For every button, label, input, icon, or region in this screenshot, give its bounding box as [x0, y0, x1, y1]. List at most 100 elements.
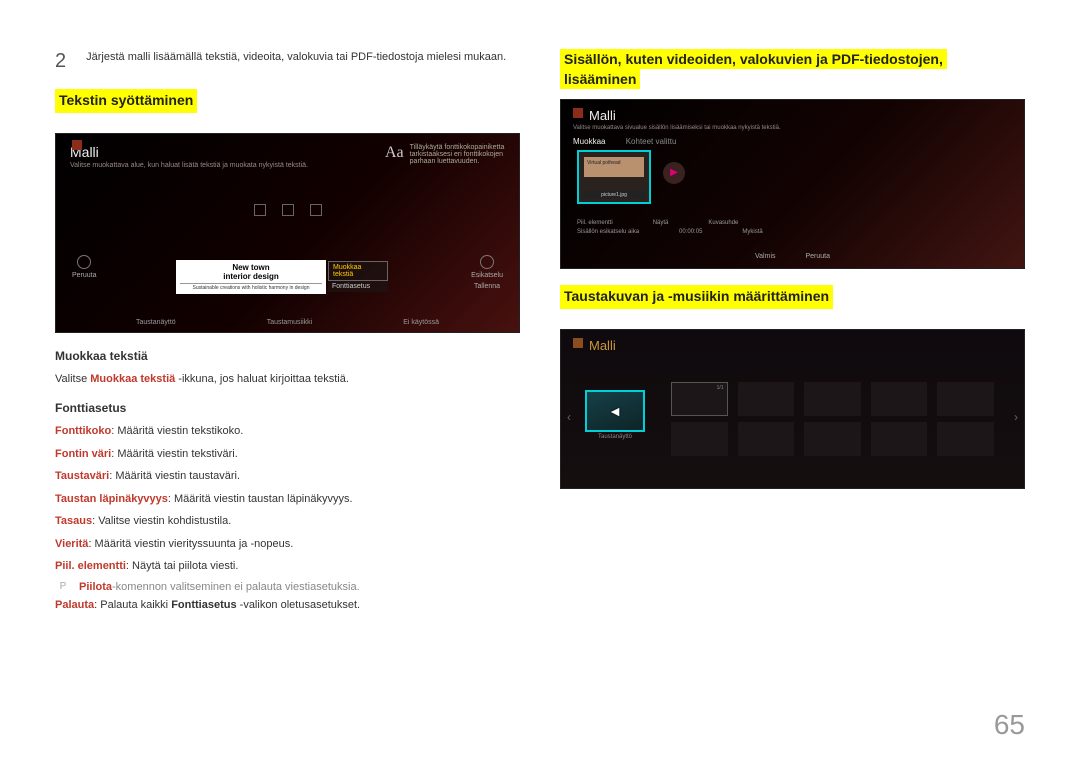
screenshot-background-picker: Malli ‹ › Taustanäyttö 1/1 — [560, 329, 1025, 489]
def-val: : Valitse viestin kohdistustila. — [92, 515, 231, 527]
def-val: : Määritä viestin taustaväri. — [109, 470, 240, 482]
def-val: : Määritä viestin taustan läpinäkyvyys. — [168, 493, 353, 505]
left-column: 2 Järjestä malli lisäämällä tekstiä, vid… — [55, 50, 520, 619]
thumb-content: Virtual pothead — [584, 157, 644, 177]
element-icon[interactable] — [282, 204, 294, 216]
done-button[interactable]: Valmis — [755, 253, 775, 260]
meta-label: Näytä — [653, 220, 669, 226]
metadata-rows: Piil. elementti Näytä Kuvasuhde Sisällön… — [577, 220, 1008, 238]
def-key: Fonttikoko — [55, 425, 111, 437]
def-val: : Määritä viestin tekstikoko. — [111, 425, 243, 437]
aa-icon: Aa — [385, 144, 404, 162]
app-icon — [573, 338, 583, 348]
heading-add-content-l1: Sisällön, kuten videoiden, valokuvien ja… — [560, 49, 947, 69]
bg-option[interactable]: 1/1 — [671, 382, 728, 416]
bottom-tabs: Taustanäyttö Taustamusiikki Ei käytössä — [136, 319, 439, 326]
thumb-filename: picture1.jpg — [583, 191, 645, 199]
step-row: 2 Järjestä malli lisäämällä tekstiä, vid… — [55, 50, 520, 73]
def-key: Taustan läpinäkyvyys — [55, 493, 168, 505]
def-key: Tasaus — [55, 515, 92, 527]
note-row: P Piilota-komennon valitseminen ei palau… — [55, 581, 520, 593]
arrow-right-icon[interactable]: › — [1014, 410, 1018, 424]
tab-bgmusic[interactable]: Taustamusiikki — [267, 319, 313, 326]
meta-label: Piil. elementti — [577, 220, 613, 226]
def-item: Tasaus: Valitse viestin kohdistustila. — [55, 513, 520, 530]
center-icons — [254, 204, 322, 216]
bg-option[interactable] — [937, 422, 994, 456]
bg-option[interactable] — [871, 382, 928, 416]
preview-label: Esikatselu — [471, 272, 503, 279]
app-icon — [573, 108, 583, 118]
textbox-line1: New town — [180, 263, 322, 272]
step-number: 2 — [55, 50, 66, 73]
bg-option[interactable] — [871, 422, 928, 456]
element-icon[interactable] — [254, 204, 266, 216]
arrow-left-icon[interactable]: ‹ — [567, 410, 571, 424]
def-val: -valikon oletusasetukset. — [237, 599, 361, 611]
bg-option[interactable] — [937, 382, 994, 416]
def-key: Fontin väri — [55, 448, 111, 460]
tab-background[interactable]: Taustanäyttö — [136, 319, 176, 326]
bg-option[interactable] — [804, 382, 861, 416]
def-key: Piil. elementti — [55, 560, 126, 572]
meta-label: Mykistä — [742, 229, 762, 235]
bg-option[interactable] — [804, 422, 861, 456]
meta-label: Sisällön esikatselu aika — [577, 229, 639, 235]
def-key: Palauta — [55, 599, 94, 611]
ss3-title: Malli — [561, 330, 1024, 355]
def-val: : Palauta kaikki — [94, 599, 171, 611]
preview-icon — [480, 255, 494, 269]
heading-text-input: Tekstin syöttäminen — [55, 89, 197, 113]
cancel-action[interactable]: Peruuta — [72, 255, 97, 290]
note-rest: -komennon valitseminen ei palauta viesti… — [112, 581, 360, 593]
subheading-edit-text: Muokkaa tekstiä — [55, 349, 520, 363]
current-bg-thumbnail[interactable] — [585, 390, 645, 432]
def-val: : Näytä tai piilota viesti. — [126, 560, 239, 572]
tab-selected[interactable]: Kohteet valittu — [626, 137, 677, 146]
undo-icon — [77, 255, 91, 269]
def-key: Vieritä — [55, 538, 88, 550]
play-icon[interactable]: ▶ — [663, 162, 685, 184]
menu-item-edit-text[interactable]: Muokkaa tekstiä — [328, 261, 388, 281]
ss2-title: Malli — [561, 100, 1024, 125]
def-item: Fonttikoko: Määritä viestin tekstikoko. — [55, 423, 520, 440]
def-item: Piil. elementti: Näytä tai piilota viest… — [55, 558, 520, 575]
aa-desc: Tilläykäytä fonttikokopainiketta tarkist… — [410, 144, 505, 165]
preview-save-action[interactable]: Esikatselu Tallenna — [471, 255, 503, 290]
subheading-font-settings: Fonttiasetus — [55, 401, 520, 415]
def-val-strong: Fonttiasetus — [171, 599, 236, 611]
dialog-buttons: Valmis Peruuta — [561, 253, 1024, 260]
meta-label: Kuvasuhde — [708, 220, 738, 226]
bg-option[interactable] — [671, 422, 728, 456]
right-column: Sisällön, kuten videoiden, valokuvien ja… — [560, 50, 1025, 619]
menu-item-font-settings[interactable]: Fonttiasetus — [328, 281, 388, 292]
font-size-hint: Aa Tilläykäytä fonttikokopainiketta tark… — [385, 144, 505, 165]
bg-option[interactable] — [738, 382, 795, 416]
save-label: Tallenna — [471, 283, 503, 290]
screenshot-content-editor: Malli Valitse muokattava sivualue sisäll… — [560, 99, 1025, 269]
textbox-line2: interior design — [180, 272, 322, 281]
def-val: : Määritä viestin vierityssuunta ja -nop… — [88, 538, 293, 550]
p-edit-text: Valitse Muokkaa tekstiä -ikkuna, jos hal… — [55, 371, 520, 388]
def-item: Vieritä: Määritä viestin vierityssuunta … — [55, 536, 520, 553]
def-item: Palauta: Palauta kaikki Fonttiasetus -va… — [55, 597, 520, 614]
note-text: Piilota-komennon valitseminen ei palauta… — [79, 581, 360, 593]
editable-text-box[interactable]: New town interior design Sustainable cre… — [176, 260, 326, 294]
cancel-label: Peruuta — [72, 272, 97, 279]
context-menu: Muokkaa tekstiä Fonttiasetus — [328, 261, 388, 292]
page-number: 65 — [994, 709, 1025, 741]
heading-add-content-l2: lisääminen — [560, 69, 640, 89]
tab-edit[interactable]: Muokkaa — [573, 137, 605, 146]
step-text: Järjestä malli lisäämällä tekstiä, video… — [86, 50, 506, 65]
note-icon: P — [55, 581, 71, 592]
ss2-subtitle: Valitse muokattava sivualue sisällön lis… — [561, 125, 1024, 137]
element-icon[interactable] — [310, 204, 322, 216]
selected-thumbnail[interactable]: Virtual pothead picture1.jpg — [577, 150, 651, 204]
def-item: Fontin väri: Määritä viestin tekstiväri. — [55, 446, 520, 463]
txt: -ikkuna, jos haluat kirjoittaa tekstiä. — [175, 373, 349, 385]
cancel-button[interactable]: Peruuta — [805, 253, 830, 260]
bg-option[interactable] — [738, 422, 795, 456]
thumb-badge: 1/1 — [717, 385, 724, 391]
tab-disabled[interactable]: Ei käytössä — [403, 319, 439, 326]
def-item: Taustaväri: Määritä viestin taustaväri. — [55, 468, 520, 485]
